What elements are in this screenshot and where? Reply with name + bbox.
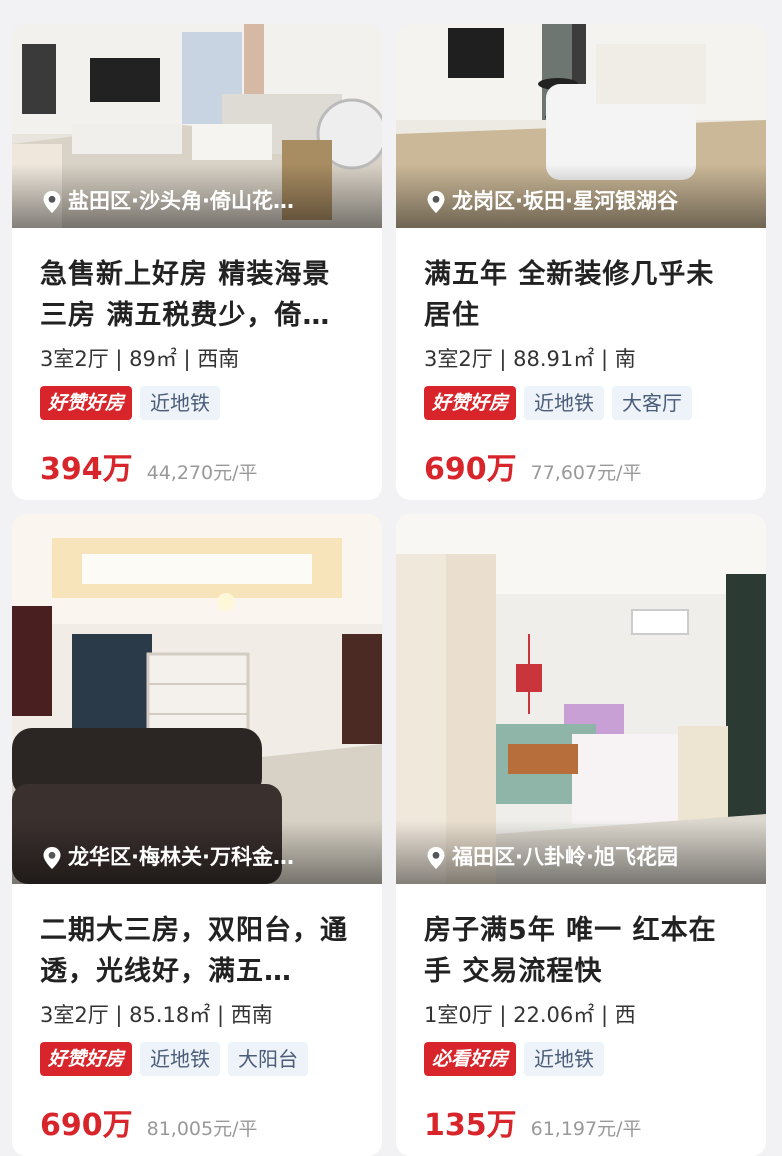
- location-text: 龙岗区·坂田·星河银湖谷: [452, 189, 678, 213]
- listing-title[interactable]: 急售新上好房 精装海景三房 满五税费少，倚…: [40, 254, 358, 336]
- listing-info: 满五年 全新装修几乎未居住 3室2厅 | 88.91㎡ | 南 好赞好房 近地铁…: [396, 254, 766, 487]
- listing-tags: 好赞好房 近地铁 大阳台: [40, 1042, 358, 1076]
- location-pin-icon: [43, 847, 61, 869]
- listing-tags: 必看好房 近地铁: [424, 1042, 742, 1076]
- quality-badge: 好赞好房: [424, 386, 517, 420]
- feature-tag: 近地铁: [140, 1042, 221, 1076]
- listing-title[interactable]: 二期大三房，双阳台，通透，光线好，满五…: [40, 910, 358, 992]
- location-overlay: 龙华区·梅林关·万科金…: [12, 820, 382, 884]
- listing-info: 二期大三房，双阳台，通透，光线好，满五… 3室2厅 | 85.18㎡ | 西南 …: [12, 910, 382, 1143]
- listing-photo[interactable]: 龙华区·梅林关·万科金…: [12, 514, 382, 884]
- listing-card[interactable]: 龙岗区·坂田·星河银湖谷 满五年 全新装修几乎未居住 3室2厅 | 88.91㎡…: [396, 24, 766, 500]
- listing-photo[interactable]: 龙岗区·坂田·星河银湖谷: [396, 24, 766, 228]
- total-price: 690万: [424, 452, 517, 487]
- price-row: 394万 44,270元/平: [40, 444, 358, 487]
- total-price: 690万: [40, 1108, 133, 1143]
- listing-specs: 3室2厅 | 85.18㎡ | 西南: [40, 1003, 273, 1027]
- location-pin-icon: [427, 847, 445, 869]
- quality-badge: 好赞好房: [40, 1042, 133, 1076]
- unit-price: 44,270元/平: [146, 462, 258, 484]
- listing-title[interactable]: 满五年 全新装修几乎未居住: [424, 254, 742, 336]
- feature-tag: 近地铁: [524, 1042, 605, 1076]
- location-text: 福田区·八卦岭·旭飞花园: [452, 845, 678, 869]
- total-price: 394万: [40, 452, 133, 487]
- listing-title[interactable]: 房子满5年 唯一 红本在手 交易流程快: [424, 910, 742, 992]
- unit-price: 81,005元/平: [146, 1118, 258, 1140]
- listing-photo[interactable]: 福田区·八卦岭·旭飞花园: [396, 514, 766, 884]
- listing-tags: 好赞好房 近地铁: [40, 386, 358, 420]
- price-row: 690万 81,005元/平: [40, 1100, 358, 1143]
- location-pin-icon: [43, 191, 61, 213]
- location-overlay: 盐田区·沙头角·倚山花…: [12, 164, 382, 228]
- location-overlay: 龙岗区·坂田·星河银湖谷: [396, 164, 766, 228]
- feature-tag: 近地铁: [524, 386, 605, 420]
- price-row: 690万 77,607元/平: [424, 444, 742, 487]
- feature-tag: 近地铁: [140, 386, 221, 420]
- feature-tag: 大客厅: [612, 386, 693, 420]
- total-price: 135万: [424, 1108, 517, 1143]
- listing-photo[interactable]: 盐田区·沙头角·倚山花…: [12, 24, 382, 228]
- location-pin-icon: [427, 191, 445, 213]
- listing-card[interactable]: 盐田区·沙头角·倚山花… 急售新上好房 精装海景三房 满五税费少，倚… 3室2厅…: [12, 24, 382, 500]
- location-overlay: 福田区·八卦岭·旭飞花园: [396, 820, 766, 884]
- listing-specs: 1室0厅 | 22.06㎡ | 西: [424, 1003, 636, 1027]
- listing-tags: 好赞好房 近地铁 大客厅: [424, 386, 742, 420]
- price-row: 135万 61,197元/平: [424, 1100, 742, 1143]
- listing-card[interactable]: 福田区·八卦岭·旭飞花园 房子满5年 唯一 红本在手 交易流程快 1室0厅 | …: [396, 514, 766, 1156]
- listing-info: 房子满5年 唯一 红本在手 交易流程快 1室0厅 | 22.06㎡ | 西 必看…: [396, 910, 766, 1143]
- listing-card[interactable]: 龙华区·梅林关·万科金… 二期大三房，双阳台，通透，光线好，满五… 3室2厅 |…: [12, 514, 382, 1156]
- listing-info: 急售新上好房 精装海景三房 满五税费少，倚… 3室2厅 | 89㎡ | 西南 好…: [12, 254, 382, 487]
- listing-specs: 3室2厅 | 88.91㎡ | 南: [424, 347, 636, 371]
- feature-tag: 大阳台: [228, 1042, 309, 1076]
- location-text: 龙华区·梅林关·万科金…: [68, 845, 294, 869]
- quality-badge: 好赞好房: [40, 386, 133, 420]
- listing-grid: 盐田区·沙头角·倚山花… 急售新上好房 精装海景三房 满五税费少，倚… 3室2厅…: [0, 0, 782, 1156]
- unit-price: 61,197元/平: [530, 1118, 642, 1140]
- quality-badge: 必看好房: [424, 1042, 517, 1076]
- location-text: 盐田区·沙头角·倚山花…: [68, 189, 294, 213]
- listing-specs: 3室2厅 | 89㎡ | 西南: [40, 347, 240, 371]
- unit-price: 77,607元/平: [530, 462, 642, 484]
